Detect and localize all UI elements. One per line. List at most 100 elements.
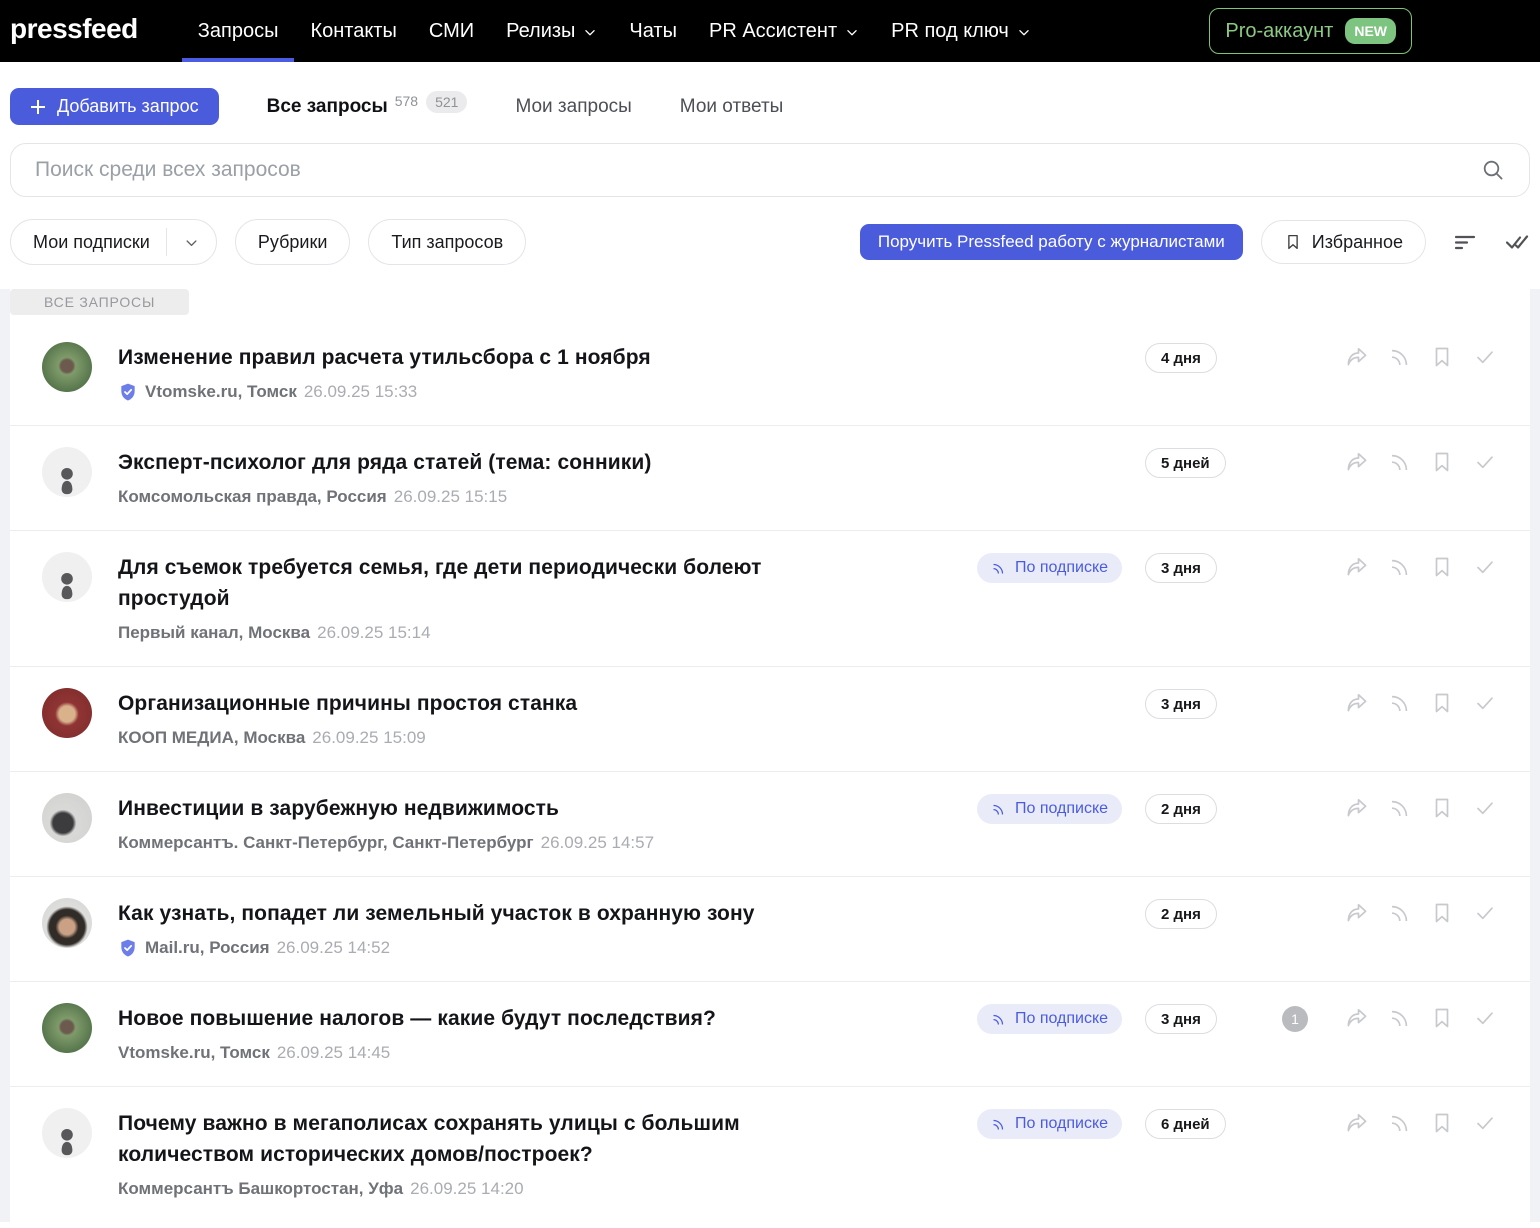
request-meta: Первый канал, Москва 26.09.25 15:14 xyxy=(118,623,967,643)
share-button[interactable] xyxy=(1345,1111,1369,1135)
pro-account-button[interactable]: Pro-аккаунт NEW xyxy=(1209,8,1412,54)
request-row[interactable]: Эксперт-психолог для ряда статей (тема: … xyxy=(10,425,1530,530)
bookmark-button[interactable] xyxy=(1430,345,1454,369)
days-col: 3 дня xyxy=(1145,1003,1245,1034)
request-source[interactable]: Коммерсантъ Башкортостан, Уфа xyxy=(118,1179,403,1199)
sort-button[interactable] xyxy=(1452,229,1478,255)
share-button[interactable] xyxy=(1345,691,1369,715)
mark-read-button[interactable] xyxy=(1473,345,1497,369)
subscription-badge[interactable]: По подписке xyxy=(977,1004,1122,1034)
mark-all-read-button[interactable] xyxy=(1504,229,1530,255)
share-button[interactable] xyxy=(1345,555,1369,579)
filter-rubrics[interactable]: Рубрики xyxy=(235,219,351,265)
mark-read-button[interactable] xyxy=(1473,901,1497,925)
nav-item-contacts[interactable]: Контакты xyxy=(294,0,412,62)
subscribe-button[interactable] xyxy=(1388,555,1412,579)
check-icon xyxy=(1473,555,1497,579)
request-title[interactable]: Инвестиции в зарубежную недвижимость xyxy=(118,793,878,824)
subscriptions-dropdown-toggle[interactable] xyxy=(167,234,216,251)
avatar[interactable] xyxy=(42,793,92,843)
subscription-badge[interactable]: По подписке xyxy=(977,1109,1122,1139)
request-title[interactable]: Новое повышение налогов — какие будут по… xyxy=(118,1003,878,1034)
request-title[interactable]: Эксперт-психолог для ряда статей (тема: … xyxy=(118,447,878,478)
mark-read-button[interactable] xyxy=(1473,1006,1497,1030)
request-row[interactable]: Организационные причины простоя станка К… xyxy=(10,666,1530,771)
request-source[interactable]: Vtomske.ru, Томск xyxy=(145,382,297,402)
hire-pressfeed-button[interactable]: Поручить Pressfeed работу с журналистами xyxy=(860,224,1243,260)
tab-my-answers[interactable]: Мои ответы xyxy=(680,96,784,118)
subscribe-button[interactable] xyxy=(1388,345,1412,369)
request-row[interactable]: Новое повышение налогов — какие будут по… xyxy=(10,981,1530,1086)
subscription-badge[interactable]: По подписке xyxy=(977,553,1122,583)
nav-item-pr-turnkey[interactable]: PR под ключ xyxy=(875,0,1047,62)
pressfeed-logo[interactable]: pressfeed xyxy=(10,13,138,45)
bookmark-button[interactable] xyxy=(1430,901,1454,925)
unread-count-badge[interactable]: 1 xyxy=(1282,1006,1308,1032)
request-source[interactable]: КООП МЕДИА, Москва xyxy=(118,728,305,748)
bookmark-button[interactable] xyxy=(1430,450,1454,474)
request-title[interactable]: Как узнать, попадет ли земельный участок… xyxy=(118,898,878,929)
request-row[interactable]: Как узнать, попадет ли земельный участок… xyxy=(10,876,1530,981)
share-button[interactable] xyxy=(1345,1006,1369,1030)
nav-item-releases[interactable]: Релизы xyxy=(490,0,613,62)
days-left-badge: 3 дня xyxy=(1145,1004,1217,1034)
avatar[interactable] xyxy=(42,688,92,738)
nav-item-requests[interactable]: Запросы xyxy=(182,0,295,62)
request-source[interactable]: Mail.ru, Россия xyxy=(145,938,270,958)
avatar[interactable] xyxy=(42,552,92,602)
bookmark-button[interactable] xyxy=(1430,1006,1454,1030)
mark-read-button[interactable] xyxy=(1473,555,1497,579)
search-input[interactable] xyxy=(35,158,1481,182)
request-source[interactable]: Комсомольская правда, Россия xyxy=(118,487,387,507)
search-icon[interactable] xyxy=(1481,158,1505,182)
tab-my-requests[interactable]: Мои запросы xyxy=(515,96,631,118)
favorites-button[interactable]: Избранное xyxy=(1261,220,1426,264)
request-title[interactable]: Почему важно в мегаполисах сохранять ули… xyxy=(118,1108,878,1170)
nav-item-chats[interactable]: Чаты xyxy=(613,0,693,62)
avatar[interactable] xyxy=(42,1003,92,1053)
avatar[interactable] xyxy=(42,447,92,497)
bookmark-button[interactable] xyxy=(1430,691,1454,715)
person-icon xyxy=(50,463,84,497)
request-source[interactable]: Коммерсантъ. Санкт-Петербург, Санкт-Пете… xyxy=(118,833,534,853)
share-button[interactable] xyxy=(1345,796,1369,820)
avatar[interactable] xyxy=(42,342,92,392)
mark-read-button[interactable] xyxy=(1473,450,1497,474)
filter-label: Рубрики xyxy=(258,232,328,253)
add-request-button[interactable]: Добавить запрос xyxy=(10,88,219,125)
request-row[interactable]: Инвестиции в зарубежную недвижимость Ком… xyxy=(10,771,1530,876)
request-source[interactable]: Vtomske.ru, Томск xyxy=(118,1043,270,1063)
request-row[interactable]: Для съемок требуется семья, где дети пер… xyxy=(10,530,1530,666)
share-button[interactable] xyxy=(1345,345,1369,369)
share-icon xyxy=(1345,555,1369,579)
share-button[interactable] xyxy=(1345,901,1369,925)
subscribe-button[interactable] xyxy=(1388,1006,1412,1030)
subscribe-button[interactable] xyxy=(1388,450,1412,474)
mark-read-button[interactable] xyxy=(1473,796,1497,820)
request-row[interactable]: Почему важно в мегаполисах сохранять ули… xyxy=(10,1086,1530,1222)
nav-item-pr-assistant[interactable]: PR Ассистент xyxy=(693,0,875,62)
avatar[interactable] xyxy=(42,1108,92,1158)
bookmark-button[interactable] xyxy=(1430,796,1454,820)
request-title[interactable]: Изменение правил расчета утильсбора с 1 … xyxy=(118,342,878,373)
subscribe-button[interactable] xyxy=(1388,901,1412,925)
subscribe-button[interactable] xyxy=(1388,796,1412,820)
subscribe-button[interactable] xyxy=(1388,1111,1412,1135)
request-title[interactable]: Организационные причины простоя станка xyxy=(118,688,878,719)
tab-count: 578 xyxy=(395,93,418,109)
avatar[interactable] xyxy=(42,898,92,948)
mark-read-button[interactable] xyxy=(1473,1111,1497,1135)
request-source[interactable]: Первый канал, Москва xyxy=(118,623,310,643)
mark-read-button[interactable] xyxy=(1473,691,1497,715)
nav-item-media[interactable]: СМИ xyxy=(413,0,490,62)
filter-request-type[interactable]: Тип запросов xyxy=(368,219,526,265)
filter-my-subscriptions[interactable]: Мои подписки xyxy=(10,219,217,265)
subscribe-button[interactable] xyxy=(1388,691,1412,715)
tab-all-requests[interactable]: Все запросы 578 521 xyxy=(267,96,468,118)
share-button[interactable] xyxy=(1345,450,1369,474)
subscription-badge[interactable]: По подписке xyxy=(977,794,1122,824)
request-title[interactable]: Для съемок требуется семья, где дети пер… xyxy=(118,552,878,614)
bookmark-button[interactable] xyxy=(1430,555,1454,579)
request-row[interactable]: Изменение правил расчета утильсбора с 1 … xyxy=(10,321,1530,425)
bookmark-button[interactable] xyxy=(1430,1111,1454,1135)
